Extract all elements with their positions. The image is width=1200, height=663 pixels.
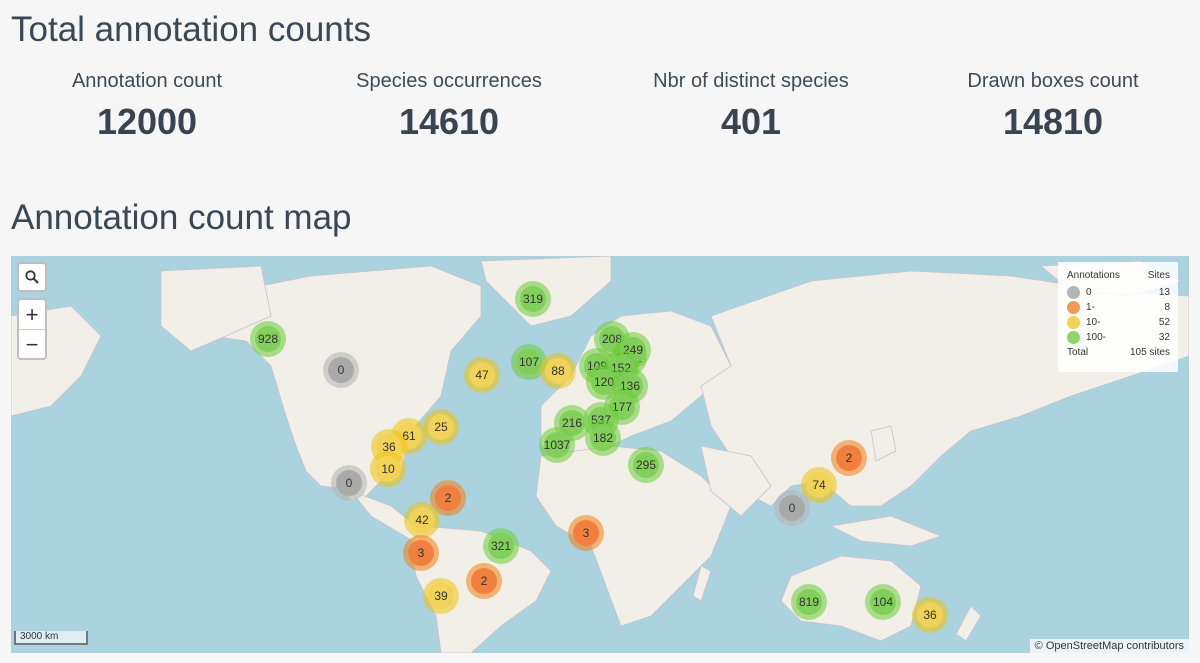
legend-row: 100- 32 bbox=[1067, 330, 1170, 345]
cluster-marker[interactable]: 39 bbox=[423, 578, 459, 614]
cluster-count: 0 bbox=[328, 357, 354, 383]
stat-label: Species occurrences bbox=[356, 70, 542, 92]
legend-label: 0 bbox=[1086, 287, 1092, 298]
map-legend: Annotations Sites 0 13 1- 8 10- 52 100- … bbox=[1058, 262, 1178, 372]
cluster-marker[interactable]: 3 bbox=[568, 515, 604, 551]
zoom-in-button[interactable]: + bbox=[19, 300, 45, 329]
stat-value: 401 bbox=[720, 101, 782, 142]
stat-annotation-count: Annotation count 12000 bbox=[0, 70, 297, 143]
cluster-count: 0 bbox=[779, 495, 805, 521]
cluster-count: 74 bbox=[806, 472, 832, 498]
cluster-count: 0 bbox=[336, 470, 362, 496]
cluster-count: 819 bbox=[796, 589, 822, 615]
cluster-marker[interactable]: 0 bbox=[323, 352, 359, 388]
cluster-marker[interactable]: 819 bbox=[791, 584, 827, 620]
cluster-marker[interactable]: 319 bbox=[515, 281, 551, 317]
cluster-marker[interactable]: 25 bbox=[423, 409, 459, 445]
cluster-marker[interactable]: 2 bbox=[466, 563, 502, 599]
cluster-count: 25 bbox=[428, 414, 454, 440]
cluster-count: 2 bbox=[836, 445, 862, 471]
cluster-marker[interactable]: 10 bbox=[370, 451, 406, 487]
legend-swatch bbox=[1067, 331, 1080, 344]
legend-label: 100- bbox=[1086, 332, 1107, 343]
legend-swatch bbox=[1067, 316, 1080, 329]
cluster-marker[interactable]: 88 bbox=[540, 353, 576, 389]
cluster-marker[interactable]: 0 bbox=[774, 490, 810, 526]
cluster-count: 42 bbox=[409, 507, 435, 533]
map-attribution[interactable]: © OpenStreetMap contributors bbox=[1029, 639, 1189, 653]
cluster-marker[interactable]: 36 bbox=[912, 597, 948, 633]
cluster-marker[interactable]: 0 bbox=[331, 465, 367, 501]
legend-swatch bbox=[1067, 286, 1080, 299]
cluster-marker[interactable]: 47 bbox=[464, 357, 500, 393]
cluster-count: 3 bbox=[408, 540, 434, 566]
zoom-control: + − bbox=[17, 298, 47, 360]
cluster-marker[interactable]: 42 bbox=[404, 502, 440, 538]
stat-label: Annotation count bbox=[71, 70, 223, 92]
legend-sites: 13 bbox=[1158, 287, 1170, 298]
cluster-count: 88 bbox=[545, 358, 571, 384]
cluster-count: 36 bbox=[917, 602, 943, 628]
landmass-new-zealand bbox=[955, 605, 982, 642]
cluster-count: 319 bbox=[520, 286, 546, 312]
page-title: Total annotation counts bbox=[11, 10, 371, 49]
legend-sites: 8 bbox=[1164, 302, 1170, 313]
legend-sites: 52 bbox=[1158, 317, 1170, 328]
search-icon[interactable] bbox=[17, 262, 47, 292]
cluster-count: 2 bbox=[435, 485, 461, 511]
cluster-marker[interactable]: 295 bbox=[628, 447, 664, 483]
legend-row: 0 13 bbox=[1067, 285, 1170, 300]
cluster-count: 104 bbox=[870, 589, 896, 615]
cluster-count: 39 bbox=[428, 583, 454, 609]
stat-distinct-species: Nbr of distinct species 401 bbox=[601, 70, 901, 143]
stat-value: 14610 bbox=[398, 101, 500, 142]
legend-row: 10- 52 bbox=[1067, 315, 1170, 330]
cluster-marker[interactable]: 321 bbox=[483, 528, 519, 564]
legend-header-sites: Sites bbox=[1147, 270, 1170, 281]
stat-drawn-boxes: Drawn boxes count 14810 bbox=[903, 70, 1200, 143]
cluster-count: 10 bbox=[375, 456, 401, 482]
landmass-southeast-asia bbox=[829, 515, 943, 547]
scale-bar: 3000 km bbox=[14, 631, 88, 645]
legend-swatch bbox=[1067, 301, 1080, 314]
cluster-count: 295 bbox=[633, 452, 659, 478]
cluster-count: 47 bbox=[469, 362, 495, 388]
stat-value: 12000 bbox=[96, 101, 198, 142]
legend-label: 10- bbox=[1086, 317, 1101, 328]
cluster-marker[interactable]: 104 bbox=[865, 584, 901, 620]
legend-header-annotations: Annotations bbox=[1067, 270, 1120, 281]
cluster-count: 321 bbox=[488, 533, 514, 559]
legend-row: 1- 8 bbox=[1067, 300, 1170, 315]
zoom-out-button[interactable]: − bbox=[19, 329, 45, 359]
cluster-marker[interactable]: 928 bbox=[250, 321, 286, 357]
stat-label: Drawn boxes count bbox=[967, 70, 1139, 92]
cluster-count: 2 bbox=[471, 568, 497, 594]
cluster-marker[interactable]: 3 bbox=[403, 535, 439, 571]
cluster-marker[interactable]: 182 bbox=[585, 420, 621, 456]
stat-species-occurrences: Species occurrences 14610 bbox=[299, 70, 599, 143]
stat-value: 14810 bbox=[1002, 101, 1104, 142]
section-title: Annotation count map bbox=[11, 198, 352, 237]
legend-total-value: 105 sites bbox=[1129, 347, 1170, 358]
cluster-marker[interactable]: 1037 bbox=[539, 427, 575, 463]
stat-label: Nbr of distinct species bbox=[653, 70, 849, 92]
cluster-marker[interactable]: 2 bbox=[831, 440, 867, 476]
cluster-count: 1037 bbox=[544, 432, 570, 458]
legend-label: 1- bbox=[1086, 302, 1095, 313]
annotation-map[interactable]: + − 928031947107882081091922249152120136… bbox=[11, 256, 1189, 653]
cluster-count: 928 bbox=[255, 326, 281, 352]
cluster-count: 3 bbox=[573, 520, 599, 546]
cluster-count: 182 bbox=[590, 425, 616, 451]
cluster-count: 107 bbox=[516, 349, 542, 375]
legend-sites: 32 bbox=[1158, 332, 1170, 343]
legend-total-label: Total bbox=[1067, 347, 1089, 358]
